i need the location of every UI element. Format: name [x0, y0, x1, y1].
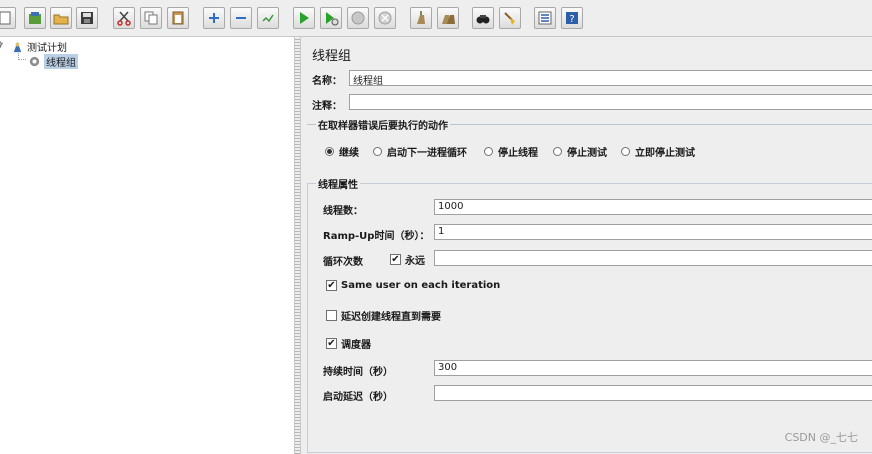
error-action-group-title: 在取样器错误后要执行的动作 — [316, 117, 450, 132]
templates-icon — [29, 12, 41, 24]
radio-continue[interactable]: 继续 — [325, 144, 359, 159]
templates-button[interactable] — [24, 7, 46, 29]
startup-delay-field[interactable] — [434, 385, 872, 401]
copy-button[interactable] — [140, 7, 162, 29]
same-user-checkbox[interactable]: ✔ Same user on each iteration — [326, 280, 500, 291]
paste-button[interactable] — [167, 7, 189, 29]
copy-icon — [144, 11, 158, 25]
gear-icon — [27, 54, 41, 68]
checkbox-checked-icon: ✔ — [326, 338, 337, 349]
forever-checkbox[interactable]: ✔ 永远 — [390, 252, 425, 267]
scheduler-checkbox[interactable]: ✔ 调度器 — [326, 336, 371, 351]
help-button[interactable]: ? — [561, 7, 583, 29]
toolbar: ? — [0, 0, 872, 37]
loop-count-field[interactable] — [434, 250, 872, 266]
delay-thread-creation-checkbox[interactable]: 延迟创建线程直到需要 — [326, 308, 441, 323]
tree-node-thread-group[interactable]: 线程组 — [27, 53, 78, 69]
radio-label: 继续 — [339, 148, 359, 159]
comment-label: 注释： — [312, 101, 342, 112]
start-no-timers-button[interactable] — [320, 7, 342, 29]
rampup-field[interactable]: 1 — [434, 224, 872, 240]
new-button[interactable] — [0, 7, 16, 29]
expand-icon — [209, 13, 219, 23]
loop-count-label: 循环次数 — [323, 257, 363, 268]
stop-icon — [351, 11, 365, 25]
tree-node-test-plan[interactable]: ♆ 测试计划 — [0, 38, 67, 54]
clear-all-button[interactable] — [437, 7, 459, 29]
radio-label: 停止测试 — [567, 148, 607, 159]
cut-button[interactable] — [113, 7, 135, 29]
radio-label: 立即停止测试 — [635, 148, 695, 159]
clear-all-icon — [442, 15, 455, 24]
startup-delay-label: 启动延迟（秒） — [323, 392, 393, 403]
help-icon: ? — [566, 12, 578, 25]
radio-stop-test-now[interactable]: 立即停止测试 — [621, 144, 695, 159]
search-icon — [476, 15, 490, 24]
tree-node-label: 测试计划 — [27, 42, 67, 54]
radio-stop-test[interactable]: 停止测试 — [553, 144, 607, 159]
checkbox-unchecked-icon — [326, 310, 337, 321]
start-button[interactable] — [293, 7, 315, 29]
search-button[interactable] — [472, 7, 494, 29]
clear-button[interactable] — [410, 7, 432, 29]
shutdown-icon — [378, 11, 392, 25]
tree-node-label: 线程组 — [44, 53, 78, 69]
radio-button-icon — [373, 147, 382, 156]
checkbox-label: 调度器 — [341, 340, 371, 351]
open-icon — [53, 14, 69, 25]
panel-title: 线程组 — [312, 49, 352, 64]
thread-props-group-title: 线程属性 — [316, 176, 360, 191]
checkbox-label: 永远 — [405, 256, 425, 267]
radio-button-icon — [484, 147, 493, 156]
start-no-timers-icon — [326, 12, 339, 26]
collapse-button[interactable] — [230, 7, 252, 29]
test-plan-tree: ♆ 测试计划 线程组 — [0, 37, 295, 454]
rampup-label: Ramp-Up时间（秒）： — [323, 231, 430, 242]
name-field[interactable]: 线程组 — [349, 70, 872, 86]
open-button[interactable] — [50, 7, 72, 29]
duration-label: 持续时间（秒） — [323, 367, 393, 378]
stop-button[interactable] — [347, 7, 369, 29]
toggle-icon — [262, 14, 274, 23]
radio-button-icon — [621, 147, 630, 156]
checkbox-label: 延迟创建线程直到需要 — [341, 312, 441, 323]
duration-field[interactable]: 300 — [434, 360, 872, 376]
name-label: 名称： — [312, 76, 342, 87]
comment-field[interactable] — [349, 94, 872, 110]
test-plan-icon — [10, 39, 24, 53]
radio-button-icon — [553, 147, 562, 156]
radio-start-next-loop[interactable]: 启动下一进程循环 — [373, 144, 467, 159]
reset-search-icon — [504, 12, 515, 25]
shutdown-button[interactable] — [374, 7, 396, 29]
threads-label: 线程数： — [323, 206, 363, 217]
svg-text:?: ? — [569, 14, 574, 25]
radio-stop-thread[interactable]: 停止线程 — [484, 144, 538, 159]
radio-label: 停止线程 — [498, 148, 538, 159]
checkbox-checked-icon: ✔ — [390, 254, 401, 265]
thread-group-panel: 线程组 名称： 线程组 注释： 在取样器错误后要执行的动作 继续 启动下一进程循… — [301, 37, 872, 454]
cut-icon — [117, 11, 131, 26]
watermark: CSDN @_七七 — [784, 431, 858, 444]
expand-button[interactable] — [203, 7, 225, 29]
radio-button-icon — [325, 147, 334, 156]
checkbox-checked-icon: ✔ — [326, 280, 337, 291]
toggle-button[interactable] — [257, 7, 279, 29]
save-button[interactable] — [76, 7, 98, 29]
collapse-icon — [236, 17, 246, 19]
save-icon — [81, 12, 93, 24]
paste-icon — [172, 11, 184, 25]
function-helper-button[interactable] — [534, 7, 556, 29]
tree-expand-icon[interactable]: ♆ — [0, 41, 10, 51]
clear-icon — [417, 11, 425, 24]
checkbox-label: Same user on each iteration — [341, 280, 501, 291]
new-icon — [0, 11, 11, 25]
radio-label: 启动下一进程循环 — [387, 148, 467, 159]
threads-field[interactable]: 1000 — [434, 199, 872, 215]
start-icon — [300, 12, 309, 24]
function-helper-icon — [538, 11, 552, 25]
reset-search-button[interactable] — [499, 7, 521, 29]
